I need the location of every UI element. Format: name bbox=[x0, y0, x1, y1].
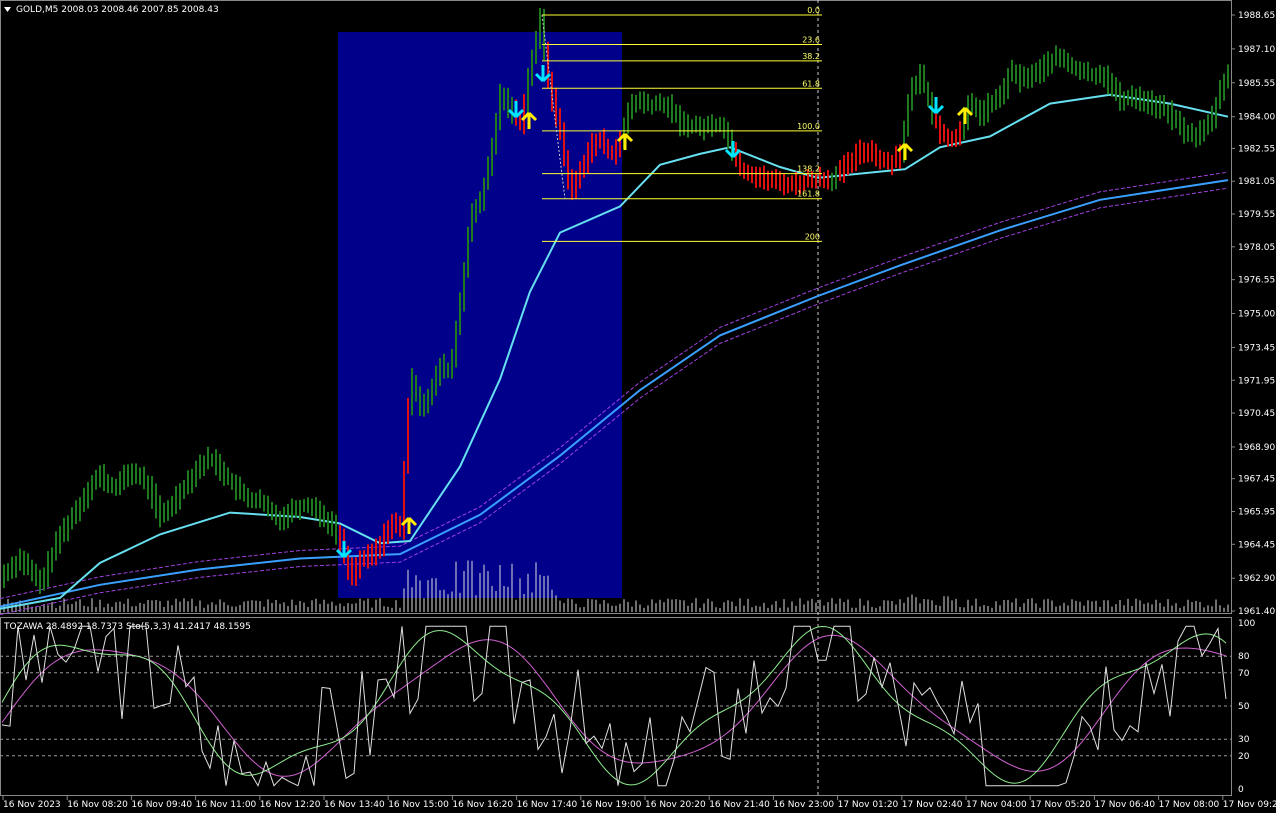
time-tick-label: 17 Nov 04:00 bbox=[966, 800, 1027, 810]
price-tick-label: 1988.65 bbox=[1238, 11, 1275, 21]
fib-level-label: 23.6 bbox=[802, 36, 820, 45]
price-tick-label: 1979.55 bbox=[1238, 210, 1275, 220]
time-tick-label: 17 Nov 06:40 bbox=[1094, 800, 1155, 810]
time-tick-label: 17 Nov 09:20 bbox=[1223, 800, 1276, 810]
price-tick-label: 1985.55 bbox=[1238, 79, 1275, 89]
oscillator-axis: 100 80 70 50 30 20 0 bbox=[1238, 619, 1255, 795]
price-tick-label: 1982.55 bbox=[1238, 144, 1275, 154]
time-tick-label: 17 Nov 01:20 bbox=[838, 800, 899, 810]
oscillator-levels bbox=[0, 655, 1231, 757]
highlight-zone bbox=[338, 32, 622, 598]
price-tick-label: 1976.55 bbox=[1238, 276, 1275, 286]
price-tick-label: 1962.90 bbox=[1238, 574, 1275, 584]
time-tick-label: 16 Nov 20:20 bbox=[645, 800, 706, 810]
price-tick-label: 1971.95 bbox=[1238, 376, 1275, 386]
trading-chart[interactable]: 0.023.638.261.8100.0138.2161.8200 GOLD,M… bbox=[0, 0, 1276, 813]
price-tick-label: 1987.10 bbox=[1238, 45, 1275, 55]
time-tick-label: 16 Nov 11:00 bbox=[196, 800, 257, 810]
price-tick-label: 1968.90 bbox=[1238, 443, 1275, 453]
price-axis: 1988.65 1987.10 1985.55 1984.00 1982.55 1981.… bbox=[1231, 0, 1275, 617]
time-tick-label: 16 Nov 09:40 bbox=[131, 800, 192, 810]
triangle-down-icon[interactable] bbox=[4, 7, 11, 12]
time-tick-label: 16 Nov 23:00 bbox=[773, 800, 834, 810]
osc-tick-label: 80 bbox=[1238, 652, 1250, 662]
osc-tick-label: 100 bbox=[1238, 619, 1255, 629]
time-tick-label: 16 Nov 2023 bbox=[3, 800, 61, 810]
osc-tick-label: 30 bbox=[1238, 735, 1250, 745]
fib-level-label: 61.8 bbox=[802, 79, 820, 88]
time-tick-label: 17 Nov 05:20 bbox=[1030, 800, 1091, 810]
price-tick-label: 1984.00 bbox=[1238, 113, 1275, 123]
fib-level-label: 200 bbox=[805, 232, 820, 241]
indicator-header: TOZAWA 28.4892 18.7373 Sto(5,3,3) 41.241… bbox=[3, 622, 251, 632]
price-tick-label: 1964.45 bbox=[1238, 540, 1275, 550]
fib-level-label: 138.2 bbox=[797, 165, 820, 174]
chart-title: GOLD,M5 2008.03 2008.46 2007.85 2008.43 bbox=[16, 5, 219, 15]
time-tick-label: 16 Nov 15:00 bbox=[388, 800, 449, 810]
time-tick-label: 16 Nov 13:40 bbox=[324, 800, 385, 810]
time-tick-label: 16 Nov 17:40 bbox=[517, 800, 578, 810]
price-tick-label: 1978.05 bbox=[1238, 243, 1275, 253]
price-tick-label: 1981.05 bbox=[1238, 177, 1275, 187]
osc-tick-label: 50 bbox=[1238, 702, 1250, 712]
time-tick-label: 16 Nov 12:20 bbox=[260, 800, 321, 810]
osc-tick-label: 70 bbox=[1238, 669, 1250, 679]
price-tick-label: 1975.00 bbox=[1238, 310, 1275, 320]
price-tick-label: 1970.45 bbox=[1238, 409, 1275, 419]
time-tick-label: 16 Nov 19:00 bbox=[581, 800, 642, 810]
price-tick-label: 1965.95 bbox=[1238, 507, 1275, 517]
osc-tick-label: 20 bbox=[1238, 752, 1250, 762]
price-tick-label: 1961.40 bbox=[1238, 607, 1275, 617]
price-tick-label: 1973.45 bbox=[1238, 343, 1275, 353]
osc-tick-label: 0 bbox=[1238, 785, 1244, 795]
price-tick-label: 1967.45 bbox=[1238, 475, 1275, 485]
fib-level-label: 161.8 bbox=[797, 190, 820, 199]
time-axis: 16 Nov 2023 16 Nov 08:20 16 Nov 09:40 16 No… bbox=[2, 796, 1276, 810]
fib-level-label: 0.0 bbox=[807, 6, 820, 15]
time-tick-label: 16 Nov 21:40 bbox=[709, 800, 770, 810]
fib-level-label: 100.0 bbox=[797, 122, 820, 131]
time-tick-label: 17 Nov 02:40 bbox=[902, 800, 963, 810]
time-tick-label: 16 Nov 16:20 bbox=[452, 800, 513, 810]
time-tick-label: 17 Nov 08:00 bbox=[1159, 800, 1220, 810]
time-tick-label: 16 Nov 08:20 bbox=[67, 800, 128, 810]
fib-level-label: 38.2 bbox=[802, 52, 820, 61]
